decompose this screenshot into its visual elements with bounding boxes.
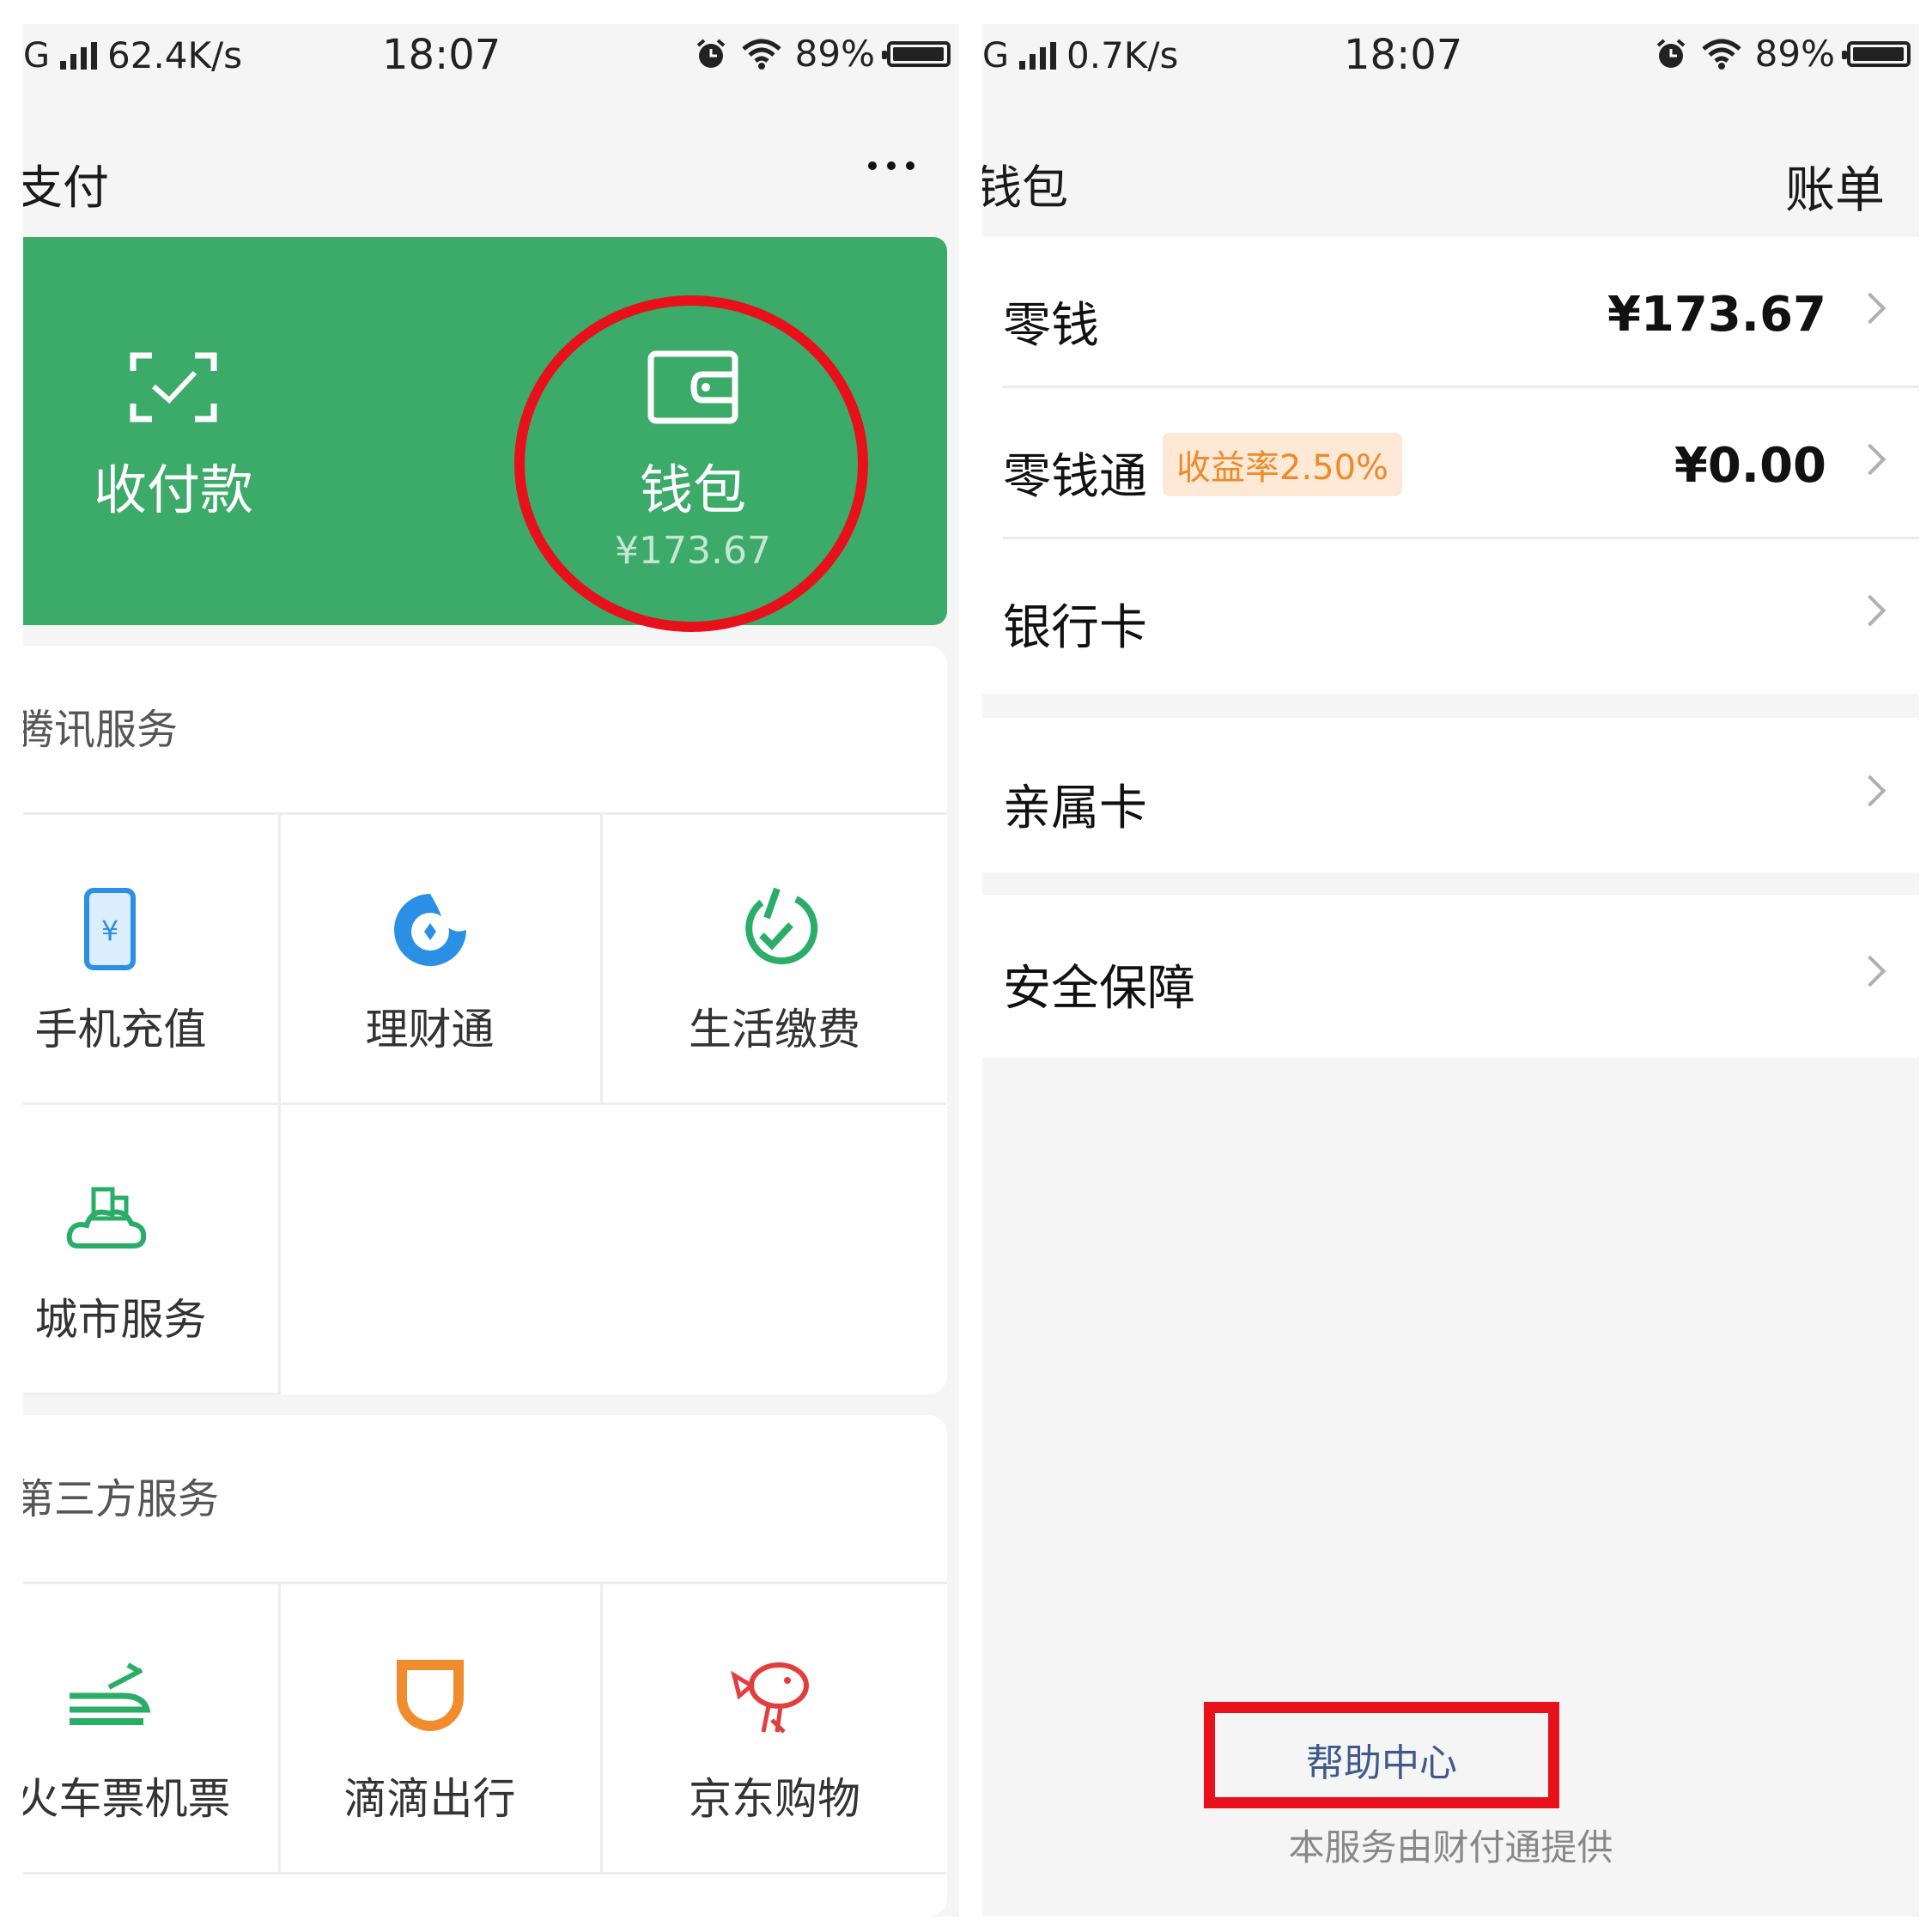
service-didi[interactable]: 滴滴出行	[259, 1584, 603, 1874]
status-bar: G 0.7K/s 18:07 89%	[982, 24, 1919, 93]
service-wealth[interactable]: 理财通	[259, 815, 603, 1105]
wallet-button[interactable]: 钱包 ¥173.67	[590, 349, 796, 573]
service-label: 城市服务	[34, 1295, 207, 1345]
family-card-group: 亲属卡	[982, 718, 1919, 872]
nav-bar: 钱包 账单	[982, 93, 1919, 230]
row-label: 亲属卡	[1003, 781, 1147, 836]
pay-card: 收付款 钱包 ¥173.67	[23, 237, 947, 625]
status-time: 18:07	[382, 31, 501, 79]
service-city[interactable]: 城市服务	[23, 1105, 281, 1394]
jd-icon	[731, 1662, 809, 1734]
wallet-screen: G 0.7K/s 18:07 89% 钱包 账单 零钱 ¥173.67 零钱通 …	[982, 24, 1919, 1917]
collect-pay-button[interactable]: 收付款	[83, 349, 264, 524]
signal-icon	[1019, 41, 1056, 70]
wallet-list-group: 零钱 ¥173.67 零钱通 收益率2.50% ¥0.00 银行卡	[982, 237, 1919, 694]
service-label: 手机充值	[34, 1005, 207, 1054]
collect-pay-label: 收付款	[93, 459, 253, 521]
service-train-ticket[interactable]: 火车票机票	[23, 1584, 281, 1874]
yield-badge: 收益率2.50%	[1163, 433, 1403, 496]
battery-percent: 89%	[1754, 33, 1835, 75]
battery-icon	[1842, 40, 1911, 67]
train-ticket-icon	[69, 1662, 150, 1725]
scan-check-icon	[130, 352, 217, 422]
battery-percent: 89%	[794, 33, 875, 75]
service-label: 火车票机票	[23, 1774, 231, 1824]
didi-icon	[396, 1660, 464, 1731]
service-jd[interactable]: 京东购物	[603, 1584, 946, 1874]
help-center-link[interactable]: 帮助中心	[1215, 1732, 1548, 1787]
row-label: 零钱	[1003, 298, 1099, 354]
third-party-services-section: 第三方服务 火车票机票 滴滴出行 京东购物	[23, 1415, 947, 1917]
security-group: 安全保障	[982, 895, 1919, 1058]
chevron-right-icon	[1854, 955, 1886, 987]
bill-payment-icon	[745, 887, 818, 965]
footer-note: 本服务由财付通提供	[1288, 1826, 1613, 1868]
row-amount: ¥173.67	[1607, 287, 1826, 343]
battery-icon	[882, 40, 951, 67]
city-service-icon	[66, 1187, 146, 1249]
alarm-icon	[1656, 38, 1685, 68]
status-bar: G 62.4K/s 18:07 89%	[23, 24, 959, 93]
row-security[interactable]: 安全保障	[982, 900, 1919, 1051]
row-label: 安全保障	[1003, 961, 1195, 1017]
tencent-services-section: 腾讯服务 ¥ 手机充值 理财通 生活缴费 城市服务	[23, 646, 947, 1394]
more-menu-button[interactable]	[868, 161, 914, 170]
service-label: 生活缴费	[689, 1005, 860, 1054]
service-bill-payment[interactable]: 生活缴费	[603, 815, 946, 1105]
wallet-label: 钱包	[639, 459, 746, 521]
row-label: 零钱通	[1003, 449, 1147, 505]
nav-bar: 支付	[23, 93, 959, 230]
chevron-right-icon	[1854, 594, 1886, 627]
status-time: 18:07	[1344, 31, 1463, 79]
chevron-right-icon	[1854, 292, 1886, 325]
service-label: 滴滴出行	[343, 1774, 516, 1824]
signal-icon	[60, 41, 97, 70]
svg-text:¥: ¥	[100, 914, 118, 947]
section-title: 腾讯服务	[23, 706, 179, 754]
section-title: 第三方服务	[23, 1475, 220, 1523]
bill-button[interactable]: 账单	[1785, 149, 1885, 222]
pay-screen: G 62.4K/s 18:07 89% 支付 收付款 钱包 ¥173.67 腾讯…	[23, 24, 959, 1917]
wallet-icon	[647, 350, 738, 424]
network-speed: 62.4K/s	[107, 34, 243, 76]
chevron-right-icon	[1854, 775, 1886, 807]
network-speed: 0.7K/s	[1066, 34, 1179, 76]
wealth-icon	[393, 894, 466, 966]
row-change[interactable]: 零钱 ¥173.67	[982, 237, 1919, 388]
row-amount: ¥0.00	[1674, 438, 1826, 494]
row-change-plus[interactable]: 零钱通 收益率2.50% ¥0.00	[982, 388, 1919, 539]
wallet-amount: ¥173.67	[615, 529, 771, 573]
row-bank-card[interactable]: 银行卡	[982, 539, 1919, 694]
service-label: 京东购物	[689, 1774, 860, 1824]
page-title: 钱包	[982, 161, 1068, 215]
page-title: 支付	[23, 161, 109, 215]
service-phone-recharge[interactable]: ¥ 手机充值	[23, 815, 281, 1105]
help-highlight-box: 帮助中心	[1204, 1702, 1559, 1808]
wifi-icon	[1702, 39, 1741, 70]
phone-recharge-icon: ¥	[83, 888, 136, 970]
wifi-icon	[742, 39, 781, 70]
row-family-card[interactable]: 亲属卡	[982, 720, 1919, 871]
alarm-icon	[696, 38, 725, 68]
row-label: 银行卡	[1003, 600, 1147, 656]
service-label: 理财通	[365, 1005, 495, 1054]
chevron-right-icon	[1854, 443, 1886, 476]
